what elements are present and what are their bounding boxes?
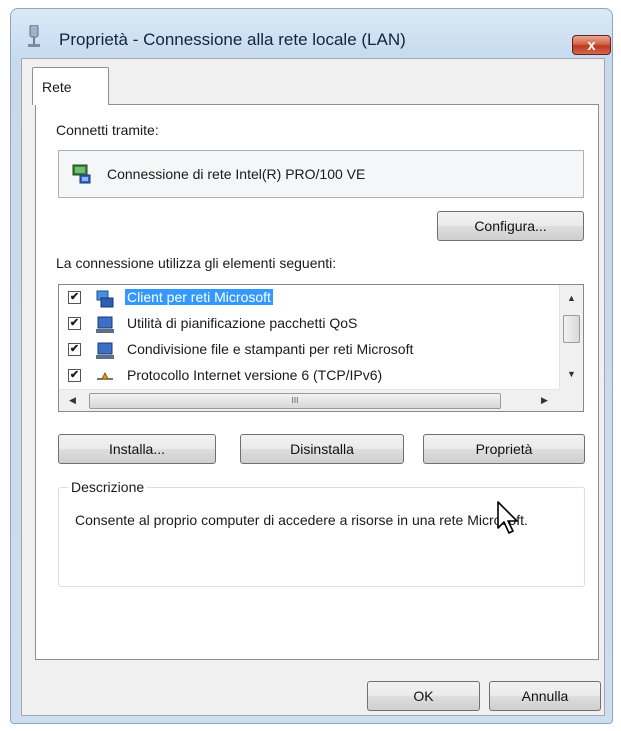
window-title: Proprietà - Connessione alla rete locale… [59,30,406,49]
adapter-field: Connessione di rete Intel(R) PRO/100 VE [58,150,584,198]
service-icon [96,342,114,359]
install-button[interactable]: Installa... [58,434,216,464]
list-item-label: Condivisione file e stampanti per reti M… [127,341,414,357]
network-adapter-icon [72,164,91,184]
close-button[interactable]: x [572,35,611,55]
scroll-down-icon[interactable]: ▼ [567,369,576,379]
list-item-label: Client per reti Microsoft [125,289,273,305]
network-connection-icon [28,25,40,47]
items-list[interactable]: ✔ Client per reti Microsoft ✔ Utilità di… [58,284,584,412]
horizontal-scroll-thumb[interactable]: III [89,393,501,409]
properties-button[interactable]: Proprietà [423,434,585,464]
checkbox[interactable]: ✔ [68,369,81,382]
configure-button[interactable]: Configura... [437,211,584,241]
list-item[interactable]: ✔ Client per reti Microsoft [59,286,559,312]
list-item[interactable]: ✔ Condivisione file e stampanti per reti… [59,338,559,364]
checkbox[interactable]: ✔ [68,317,81,330]
vertical-scroll-thumb[interactable] [563,315,580,343]
connect-via-label: Connetti tramite: [56,122,159,138]
checkbox[interactable]: ✔ [68,343,81,356]
network-client-icon [96,290,114,308]
list-item[interactable]: ✔ Utilità di pianificazione pacchetti Qo… [59,312,559,338]
mouse-cursor-icon [497,501,518,534]
adapter-name: Connessione di rete Intel(R) PRO/100 VE [107,166,366,182]
description-legend: Descrizione [68,479,148,495]
cancel-button[interactable]: Annulla [489,681,601,711]
list-item[interactable]: ✔ Protocollo Internet versione 6 (TCP/IP… [59,364,559,390]
list-item-label: Utilità di pianificazione pacchetti QoS [127,315,358,331]
tab-rete[interactable]: Rete [32,67,109,105]
scroll-right-icon[interactable]: ▶ [541,395,548,406]
title-bar[interactable]: Proprietà - Connessione alla rete locale… [11,9,612,59]
scroll-up-icon[interactable]: ▲ [567,293,576,303]
vertical-scrollbar[interactable]: ▲ ▼ [559,285,583,389]
list-item-label: Protocollo Internet versione 6 (TCP/IPv6… [127,367,383,383]
uninstall-button[interactable]: Disinstalla [240,434,404,464]
scrollbar-corner [559,389,583,411]
horizontal-scrollbar[interactable]: ◀ III ▶ [59,389,559,411]
service-icon [96,316,114,333]
checkbox[interactable]: ✔ [68,291,81,304]
protocol-icon [97,371,113,380]
scroll-left-icon[interactable]: ◀ [69,395,76,406]
items-label: La connessione utilizza gli elementi seg… [56,255,337,271]
ok-button[interactable]: OK [367,681,480,711]
